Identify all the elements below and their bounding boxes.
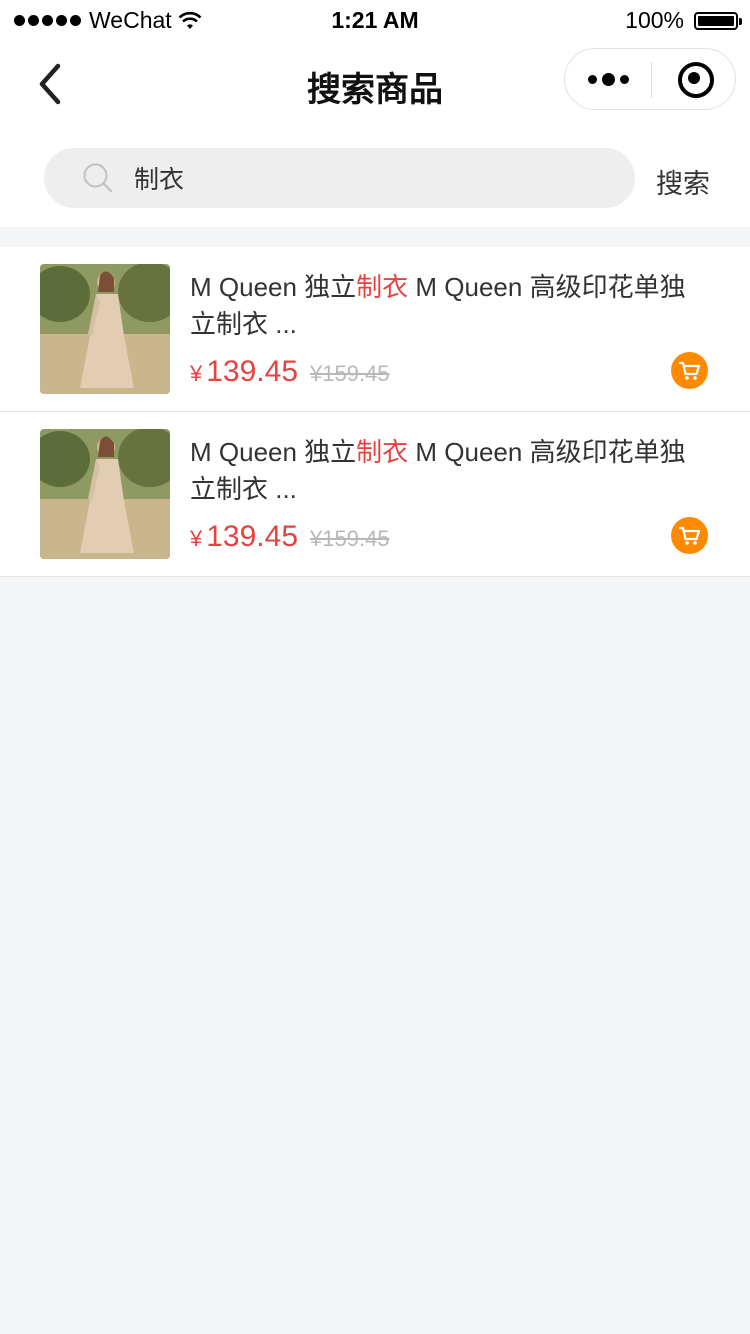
search-button[interactable]: 搜索 xyxy=(656,162,710,201)
status-bar: WeChat 1:21 AM 100% xyxy=(0,0,750,40)
currency-symbol: ¥ xyxy=(190,526,203,551)
battery-area: 100% xyxy=(625,7,742,34)
product-image[interactable] xyxy=(40,264,170,394)
search-area: 搜索 xyxy=(0,128,750,227)
cart-icon xyxy=(679,361,701,380)
product-image[interactable] xyxy=(40,429,170,559)
product-title[interactable]: M Queen 独立制衣 M Queen 高级印花单独立制衣 ... xyxy=(190,434,710,508)
product-title[interactable]: M Queen 独立制衣 M Queen 高级印花单独立制衣 ... xyxy=(190,269,710,343)
battery-percent: 100% xyxy=(625,7,684,33)
mini-program-capsule xyxy=(564,48,736,110)
mini-program-close-button[interactable] xyxy=(652,49,736,109)
more-icon xyxy=(587,72,629,86)
price-value: 139.45 xyxy=(206,355,299,388)
keyword-highlight: 制衣 xyxy=(356,437,409,467)
product-price: ¥ 139.45 ¥159.45 xyxy=(190,520,390,554)
battery-icon xyxy=(694,11,742,30)
search-input[interactable] xyxy=(134,148,614,208)
navigation-bar: 搜索商品 xyxy=(0,40,750,128)
list-item[interactable]: M Queen 独立制衣 M Queen 高级印花单独立制衣 ... ¥ 139… xyxy=(0,412,750,577)
search-box[interactable] xyxy=(44,148,635,208)
price-value: 139.45 xyxy=(206,520,299,553)
original-price: ¥159.45 xyxy=(310,526,390,551)
search-icon xyxy=(83,163,113,193)
add-to-cart-button[interactable] xyxy=(671,352,708,389)
cart-icon xyxy=(679,526,701,545)
more-button[interactable] xyxy=(565,49,651,109)
original-price: ¥159.45 xyxy=(310,361,390,386)
product-price: ¥ 139.45 ¥159.45 xyxy=(190,355,390,389)
list-item[interactable]: M Queen 独立制衣 M Queen 高级印花单独立制衣 ... ¥ 139… xyxy=(0,247,750,412)
keyword-highlight: 制衣 xyxy=(356,272,409,302)
currency-symbol: ¥ xyxy=(190,361,203,386)
result-list: M Queen 独立制衣 M Queen 高级印花单独立制衣 ... ¥ 139… xyxy=(0,247,750,577)
add-to-cart-button[interactable] xyxy=(671,517,708,554)
